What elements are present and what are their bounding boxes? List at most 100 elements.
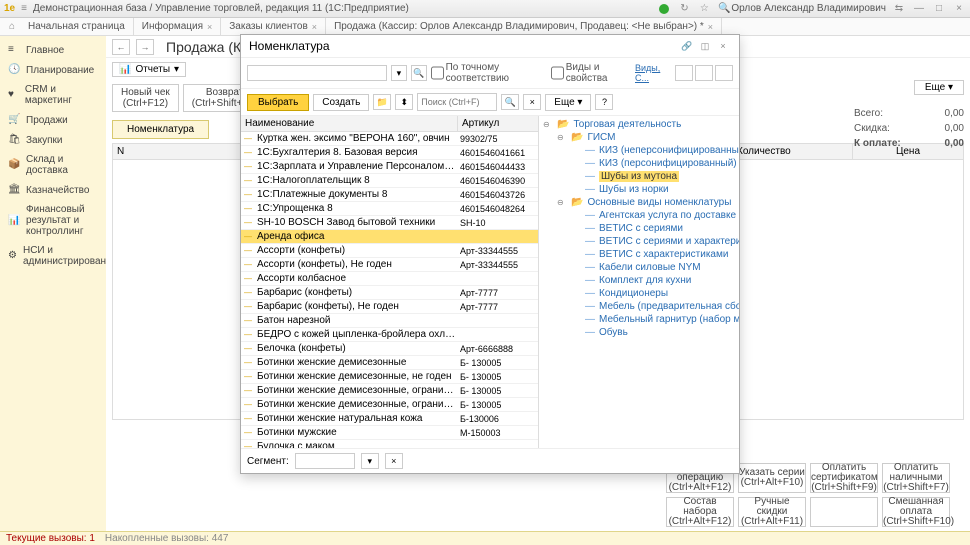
tree-leaf[interactable]: —Агентская услуга по доставке (539, 209, 739, 222)
sidebar-finance[interactable]: 📊Финансовый результат и контроллинг (0, 200, 106, 241)
tree-leaf[interactable]: —Мебель (предварительная сборка) (539, 300, 739, 313)
tree-node[interactable]: ⊖📂Основные виды номенклатуры (539, 196, 739, 209)
item-row[interactable]: —Ботинки женские демисезонные, ограничен… (241, 384, 538, 398)
tree-leaf[interactable]: —КИЗ (персонифицированный) (539, 157, 739, 170)
item-row[interactable]: —Ассорти (конфеты), Не годенАрт-33344555 (241, 258, 538, 272)
path-dropdown[interactable]: ▾ (391, 65, 407, 81)
dialog-more-button[interactable]: Еще ▾ (545, 94, 591, 111)
tab-start[interactable]: Начальная страница (20, 18, 134, 35)
item-row[interactable]: —Ботинки женские демисезонныеБ- 130005 (241, 356, 538, 370)
hierarchy-icon[interactable]: ⬍ (395, 94, 413, 110)
item-row[interactable]: —Ассорти (конфеты)Арт-33344555 (241, 244, 538, 258)
segment-dropdown[interactable]: ▾ (361, 453, 379, 469)
dialog-detach-icon[interactable]: ◫ (697, 39, 713, 53)
tree-leaf-selected[interactable]: —Шубы из мутона (539, 170, 739, 183)
view-icon-1[interactable] (675, 65, 693, 81)
nomenclature-tab[interactable]: Номенклатура (112, 120, 209, 139)
dialog-link-icon[interactable]: 🔗 (679, 39, 695, 53)
category-tree[interactable]: ⊖📂Торговая деятельность ⊖📂ГИСМ —КИЗ (неп… (539, 116, 739, 448)
close-tab-icon[interactable]: × (312, 22, 317, 32)
sidebar-main[interactable]: ≡Главное (0, 40, 106, 60)
sidebar-treasury[interactable]: 🏛Казначейство (0, 180, 106, 200)
item-row[interactable]: —Куртка жен. эксимо "ВЕРОНА 160", овчин9… (241, 132, 538, 146)
tree-leaf[interactable]: —ВЕТИС с характеристиками (539, 248, 739, 261)
close-icon[interactable]: × (952, 2, 966, 16)
favorite-icon[interactable]: ☆ (697, 2, 711, 16)
find-button-icon[interactable]: 🔍 (501, 94, 519, 110)
exact-match-checkbox[interactable]: По точному соответствию (431, 62, 547, 84)
sidebar-planning[interactable]: 🕓Планирование (0, 60, 106, 80)
item-row[interactable]: —1С:Упрощенка 84601546048264 (241, 202, 538, 216)
item-row[interactable]: —1С:Зарплата и Управление Персоналом 8. … (241, 160, 538, 174)
tree-leaf[interactable]: —Кондиционеры (539, 287, 739, 300)
tab-info[interactable]: Информация× (134, 18, 222, 35)
kinds-checkbox[interactable]: Виды и свойства (551, 62, 631, 84)
cert-button[interactable]: Оплатить сертификатом(Ctrl+Shift+F9) (810, 463, 878, 493)
clear-find-icon[interactable]: × (523, 94, 541, 110)
tree-leaf[interactable]: —ВЕТИС с сериями (539, 222, 739, 235)
user-name[interactable]: Орлов Александр Владимирович (731, 3, 886, 14)
item-row[interactable]: —Барбарис (конфеты), Не годенАрт-7777 (241, 300, 538, 314)
series-button[interactable]: Указать серии(Ctrl+Alt+F10) (738, 463, 806, 493)
item-row[interactable]: —Ботинки женские демисезонные, ограничен… (241, 398, 538, 412)
select-button[interactable]: Выбрать (247, 94, 309, 111)
find-input[interactable] (417, 93, 497, 111)
item-row[interactable]: —Ассорти колбасное (241, 272, 538, 286)
mixed-button[interactable]: Смешанная оплата(Ctrl+Shift+F10) (882, 497, 950, 527)
tree-leaf[interactable]: —КИЗ (неперсонифицированный) (539, 144, 739, 157)
item-row[interactable]: —Ботинки мужскиеМ-150003 (241, 426, 538, 440)
tree-leaf[interactable]: —Шубы из норки (539, 183, 739, 196)
tree-leaf[interactable]: —Комплект для кухни (539, 274, 739, 287)
close-tab-icon[interactable]: × (708, 22, 713, 32)
help-icon[interactable]: ? (595, 94, 613, 110)
item-row[interactable]: —Ботинки женские натуральная кожаБ-13000… (241, 412, 538, 426)
maximize-icon[interactable]: □ (932, 2, 946, 16)
cash-button[interactable]: Оплатить наличными(Ctrl+Shift+F7) (882, 463, 950, 493)
tab-sale[interactable]: Продажа (Кассир: Орлов Александр Владими… (326, 18, 722, 35)
tree-leaf[interactable]: —Кабели силовые NYM (539, 261, 739, 274)
nav-forward[interactable]: → (136, 39, 154, 55)
more-button[interactable]: Еще ▾ (914, 80, 964, 95)
sidebar-warehouse[interactable]: 📦Склад и доставка (0, 150, 106, 180)
item-row[interactable]: —1С:Платежные документы 84601546043726 (241, 188, 538, 202)
item-row[interactable]: —1С:Налогоплательщик 84601546046390 (241, 174, 538, 188)
view-icon-3[interactable] (715, 65, 733, 81)
item-row[interactable]: —БЕДРО с кожей цыпленка-бройлера охлажд.… (241, 328, 538, 342)
create-group-icon[interactable]: 📁 (373, 94, 391, 110)
item-row[interactable]: —1С:Бухгалтерия 8. Базовая версия4601546… (241, 146, 538, 160)
reports-menu[interactable]: 📊 Отчеты ▾ (112, 62, 186, 77)
sidebar-sales[interactable]: 🛒Продажи (0, 110, 106, 130)
segment-clear[interactable]: × (385, 453, 403, 469)
create-button[interactable]: Создать (313, 94, 369, 111)
tree-leaf[interactable]: —ВЕТИС с сериями и характеристиками (539, 235, 739, 248)
item-list[interactable]: НаименованиеАртикул —Куртка жен. эксимо … (241, 116, 539, 448)
history-icon[interactable]: ↻ (677, 2, 691, 16)
view-icon-2[interactable] (695, 65, 713, 81)
segment-input[interactable] (295, 453, 355, 469)
run-icon[interactable] (657, 2, 671, 16)
empty-button[interactable] (810, 497, 878, 527)
menu-icon[interactable]: ≡ (21, 3, 27, 14)
home-icon[interactable]: ⌂ (4, 18, 20, 35)
tree-leaf[interactable]: —Обувь (539, 326, 739, 339)
tree-leaf[interactable]: —Мебельный гарнитур (набор мебели) (539, 313, 739, 326)
path-search-icon[interactable]: 🔍 (411, 65, 427, 81)
dialog-path-input[interactable] (247, 65, 387, 81)
close-tab-icon[interactable]: × (207, 22, 212, 32)
item-row[interactable]: —SH-10 BOSCH Завод бытовой техникиSH-10 (241, 216, 538, 230)
item-row[interactable]: —Булочка с маком (241, 440, 538, 448)
tree-node[interactable]: ⊖📂Торговая деятельность (539, 118, 739, 131)
kit-button[interactable]: Состав набора(Ctrl+Alt+F12) (666, 497, 734, 527)
kinds-link[interactable]: Виды, С... (635, 63, 671, 83)
discount-button[interactable]: Ручные скидки(Ctrl+Alt+F11) (738, 497, 806, 527)
nav-back[interactable]: ← (112, 39, 130, 55)
item-row[interactable]: —Белочка (конфеты)Арт-6666888 (241, 342, 538, 356)
settings-icon[interactable]: ⇆ (892, 2, 906, 16)
sidebar-purchases[interactable]: 🛍Закупки (0, 130, 106, 150)
sidebar-crm[interactable]: ♥CRM и маркетинг (0, 80, 106, 110)
search-icon[interactable]: 🔍 (717, 2, 731, 16)
tree-node[interactable]: ⊖📂ГИСМ (539, 131, 739, 144)
item-row[interactable]: —Ботинки женские демисезонные, не годенБ… (241, 370, 538, 384)
item-row[interactable]: —Батон нарезной (241, 314, 538, 328)
tab-orders[interactable]: Заказы клиентов× (221, 18, 326, 35)
